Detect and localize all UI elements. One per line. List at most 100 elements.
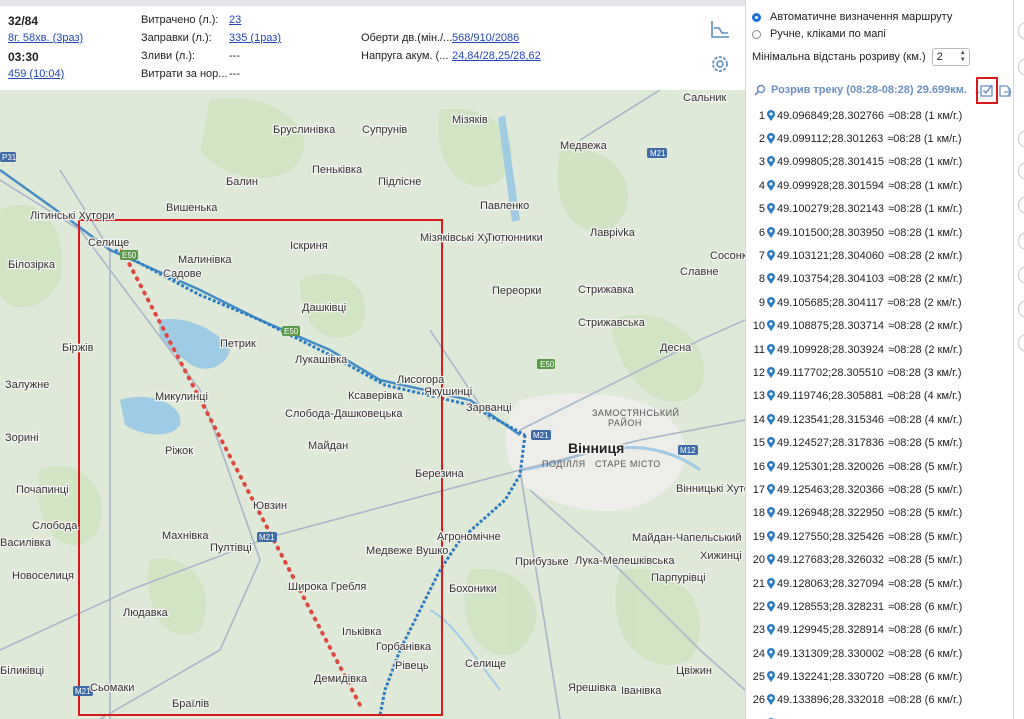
- point-coordinates: 49.126948;28.322950: [777, 507, 885, 520]
- svg-text:Е50: Е50: [284, 327, 299, 336]
- point-row[interactable]: 26 49.133896;28.332018 ≈08:28 (6 км/г.): [746, 689, 1014, 712]
- town-label: Десна: [660, 342, 692, 354]
- point-coordinates: 49.125301;28.320026: [777, 460, 885, 473]
- point-coordinates: 49.133896;28.332018: [777, 694, 885, 707]
- rail-button-6[interactable]: [1018, 232, 1024, 250]
- point-row[interactable]: 5 49.100279;28.302143 ≈08:28 (1 км/г.): [746, 198, 1014, 221]
- point-row[interactable]: 6 49.101500;28.303950 ≈08:28 (1 км/г.): [746, 221, 1014, 244]
- town-label: Зарванці: [466, 402, 512, 414]
- town-label: Агрономічне: [437, 531, 501, 543]
- point-coordinates: 49.128063;28.327094: [777, 577, 885, 590]
- town-label: Ріжок: [165, 445, 193, 457]
- map-view[interactable]: Р31 М21 Е50 М12 М21 М21 М21 Е50 Е50 Брус…: [0, 90, 745, 719]
- min-distance-stepper[interactable]: 2 ▲ ▼: [931, 48, 970, 66]
- point-row[interactable]: 1 49.096849;28.302766 ≈08:28 (1 км/г.): [746, 104, 1014, 127]
- stat-link-voltage[interactable]: 24,84/28,25/28,62: [452, 50, 541, 62]
- rail-button-2[interactable]: [1018, 58, 1024, 76]
- stat-link-consumed[interactable]: 23: [229, 14, 241, 26]
- map-pin-icon: [767, 156, 775, 168]
- apply-button-highlight[interactable]: [976, 77, 998, 104]
- map-pin-icon: [767, 460, 775, 472]
- point-coordinates: 49.128553;28.328231: [777, 600, 885, 613]
- point-index: 21: [752, 577, 765, 590]
- point-index: 18: [752, 507, 765, 520]
- search-icon: [754, 84, 766, 96]
- town-label: Березина: [415, 468, 465, 480]
- stat-link-rpm[interactable]: 568/910/2086: [452, 32, 519, 44]
- town-label: Сальник: [683, 92, 727, 104]
- rail-button-3[interactable]: [1018, 130, 1024, 148]
- map-pin-icon: [767, 530, 775, 542]
- point-row[interactable]: 18 49.126948;28.322950 ≈08:28 (5 км/г.): [746, 502, 1014, 525]
- town-label: Садове: [163, 268, 202, 280]
- rail-button-1[interactable]: [1018, 22, 1024, 40]
- point-row[interactable]: 21 49.128063;28.327094 ≈08:28 (5 км/г.): [746, 572, 1014, 595]
- point-row[interactable]: 25 49.132241;28.330720 ≈08:28 (6 км/г.): [746, 665, 1014, 688]
- radio-off-icon[interactable]: [752, 29, 761, 39]
- rail-button-8[interactable]: [1018, 300, 1024, 318]
- point-row[interactable]: 22 49.128553;28.328231 ≈08:28 (6 км/г.): [746, 595, 1014, 618]
- point-index: 16: [752, 460, 765, 473]
- radio-on-icon[interactable]: [752, 12, 761, 22]
- map-pin-icon: [767, 694, 775, 706]
- point-index: 26: [752, 694, 765, 707]
- rail-button-7[interactable]: [1018, 266, 1024, 284]
- rail-button-9[interactable]: [1018, 334, 1024, 352]
- point-row[interactable]: 23 49.129945;28.328914 ≈08:28 (6 км/г.): [746, 619, 1014, 642]
- town-label: Цвіжин: [676, 665, 712, 677]
- gear-icon[interactable]: [709, 53, 731, 75]
- town-label: Літинські Хутори: [30, 210, 114, 222]
- point-time-speed: ≈08:28 (4 км/г.): [888, 413, 963, 426]
- town-label: Слобода: [32, 520, 78, 532]
- stepper-arrows-icon[interactable]: ▲ ▼: [960, 50, 966, 64]
- point-coordinates: 49.125463;28.320366: [777, 483, 885, 496]
- town-label: Якушинці: [424, 386, 472, 398]
- point-row[interactable]: 17 49.125463;28.320366 ≈08:28 (5 км/г.): [746, 478, 1014, 501]
- map-pin-icon: [767, 554, 775, 566]
- town-label: Людавка: [123, 607, 169, 619]
- point-row[interactable]: 13 49.119746;28.305881 ≈08:28 (4 км/г.): [746, 385, 1014, 408]
- point-row[interactable]: 4 49.099928;28.301594 ≈08:28 (1 км/г.): [746, 174, 1014, 197]
- point-time-speed: ≈08:28 (5 км/г.): [888, 577, 963, 590]
- map-pin-icon: [767, 366, 775, 378]
- point-row[interactable]: 7 49.103121;28.304060 ≈08:28 (2 км/г.): [746, 244, 1014, 267]
- point-row[interactable]: 2 49.099112;28.301263 ≈08:28 (1 км/г.): [746, 127, 1014, 150]
- town-label: Залужне: [5, 379, 49, 391]
- town-label: Слобода-Дашковецька: [285, 408, 403, 420]
- radio-manual-route[interactable]: Ручне, кліками по мапі: [752, 26, 886, 42]
- stat-link-mileage[interactable]: 459 (10:04): [8, 68, 64, 80]
- point-row[interactable]: 14 49.123541;28.315346 ≈08:28 (4 км/г.): [746, 408, 1014, 431]
- point-row[interactable]: 9 49.105685;28.304117 ≈08:28 (2 км/г.): [746, 291, 1014, 314]
- apply-check-icon[interactable]: [978, 79, 996, 102]
- point-row[interactable]: 10 49.108875;28.303714 ≈08:28 (2 км/г.): [746, 315, 1014, 338]
- town-label: Майдан-Чапельський: [632, 532, 741, 544]
- map-pin-icon: [767, 250, 775, 262]
- export-icon[interactable]: [998, 82, 1012, 98]
- stat-link-refuels[interactable]: 335 (1раз): [229, 32, 281, 44]
- point-row[interactable]: 19 49.127550;28.325426 ≈08:28 (5 км/г.): [746, 525, 1014, 548]
- rail-button-5[interactable]: [1018, 196, 1024, 214]
- town-label: Ювзин: [253, 500, 287, 512]
- point-row[interactable]: 16 49.125301;28.320026 ≈08:28 (5 км/г.): [746, 455, 1014, 478]
- svg-text:СТАРЕ МІСТО: СТАРЕ МІСТО: [595, 459, 661, 469]
- point-coordinates: 49.123541;28.315346: [777, 413, 885, 426]
- point-time-speed: ≈08:28 (2 км/г.): [888, 250, 963, 263]
- point-row[interactable]: 12 49.117702;28.305510 ≈08:28 (3 км/г.): [746, 361, 1014, 384]
- point-row[interactable]: 20 49.127683;28.326032 ≈08:28 (5 км/г.): [746, 548, 1014, 571]
- town-label: Малинівка: [178, 254, 232, 266]
- rail-button-4[interactable]: [1018, 162, 1024, 180]
- track-break-header[interactable]: Розрив треку (08:28-08:28) 29.699км. ⌄: [754, 80, 1012, 100]
- point-row[interactable]: 11 49.109928;28.303924 ≈08:28 (2 км/г.): [746, 338, 1014, 361]
- point-row[interactable]: 3 49.099805;28.301415 ≈08:28 (1 км/г.): [746, 151, 1014, 174]
- chart-icon[interactable]: [709, 18, 731, 40]
- stat-link-duration[interactable]: 8г. 58хв. (3раз): [8, 32, 83, 44]
- radio-auto-route[interactable]: Автоматичне визначення маршруту: [752, 9, 952, 25]
- point-time-speed: ≈08:28 (5 км/г.): [888, 554, 963, 567]
- map-pin-icon: [767, 109, 775, 121]
- point-row[interactable]: 24 49.131309;28.330002 ≈08:28 (6 км/г.): [746, 642, 1014, 665]
- point-row[interactable]: 15 49.124527;28.317836 ≈08:28 (5 км/г.): [746, 431, 1014, 454]
- point-row[interactable]: 8 49.103754;28.304103 ≈08:28 (2 км/г.): [746, 268, 1014, 291]
- point-row[interactable]: 2749.144074;28.340891≈08:28 (7 км/г.): [746, 712, 1014, 719]
- point-coordinates: 49.103754;28.304103: [777, 273, 885, 286]
- map-pin-icon: [767, 437, 775, 449]
